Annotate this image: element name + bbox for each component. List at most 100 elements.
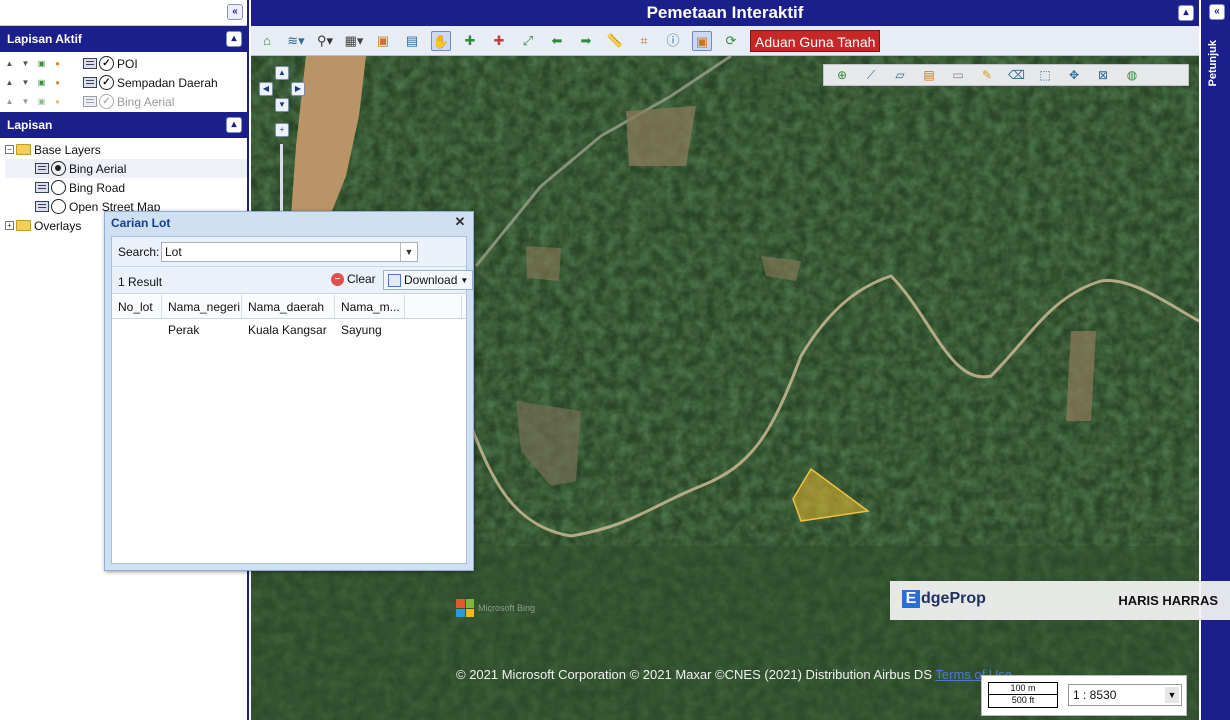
chevron-down-icon[interactable]: ▼ <box>400 243 417 261</box>
zoom-layer-icon[interactable]: ● <box>53 78 62 87</box>
layer-check-icon[interactable]: ✓ <box>99 94 114 109</box>
pan-up-icon[interactable]: ▲ <box>275 66 289 80</box>
column-header-empty <box>405 295 462 318</box>
zoom-layer-icon[interactable]: ● <box>53 97 62 106</box>
home-icon[interactable]: ⌂ <box>257 31 277 51</box>
eraser-icon[interactable]: ⌫ <box>1008 68 1025 82</box>
results-grid: No_lot Nama_negeri Nama_daerah Nama_m...… <box>112 295 466 341</box>
grid-icon[interactable]: ▦▾ <box>344 31 364 51</box>
active-layer-sempadan[interactable]: ▲ ▼ ▣ ● ✓ Sempadan Daerah <box>0 73 247 92</box>
expand-tree-icon[interactable]: + <box>5 221 14 230</box>
active-layer-poi[interactable]: ▲ ▼ ▣ ● ✓ POI <box>0 54 247 73</box>
move-icon[interactable]: ✥ <box>1066 68 1082 82</box>
active-layers-header: Lapisan Aktif ▴ <box>0 26 247 52</box>
measure-icon[interactable]: 📏 <box>605 31 625 51</box>
add-polygon-icon[interactable]: ▱ <box>892 68 908 82</box>
base-layer-bing-road[interactable]: Bing Road <box>5 178 247 197</box>
info-icon[interactable]: ⓘ <box>663 31 683 51</box>
column-header[interactable]: No_lot <box>112 295 162 318</box>
folder-icon <box>16 220 31 231</box>
move-up-icon[interactable]: ▲ <box>5 97 14 106</box>
column-header[interactable]: Nama_negeri <box>162 295 242 318</box>
full-extent-icon[interactable]: ⤢ <box>518 31 538 51</box>
opacity-icon[interactable]: ▣ <box>37 59 46 68</box>
back-icon[interactable]: ⬅ <box>547 31 567 51</box>
delete-feature-icon[interactable]: ⊠ <box>1095 68 1111 82</box>
table-row[interactable]: Perak Kuala Kangsar Sayung <box>112 319 466 341</box>
forward-icon[interactable]: ➡ <box>576 31 596 51</box>
select-icon[interactable]: ▣ <box>692 30 712 51</box>
layers-title: Lapisan <box>7 118 53 132</box>
move-down-icon[interactable]: ▼ <box>21 59 30 68</box>
add-label-icon[interactable]: ▭ <box>950 68 966 82</box>
add-line-icon[interactable]: ⟋ <box>863 68 879 83</box>
opacity-icon[interactable]: ▣ <box>37 78 46 87</box>
move-up-icon[interactable]: ▲ <box>5 78 14 87</box>
pan-down-icon[interactable]: ▼ <box>275 98 289 112</box>
tree-group-label: Overlays <box>34 218 82 233</box>
globe-icon[interactable]: ◍ <box>1124 68 1140 82</box>
crop-icon[interactable]: ⌗ <box>634 31 654 51</box>
collapse-top-icon[interactable]: ▴ <box>1178 5 1194 21</box>
move-up-icon[interactable]: ▲ <box>5 59 14 68</box>
select-feature-icon[interactable]: ⬚ <box>1037 68 1053 82</box>
pan-left-icon[interactable]: ◀ <box>259 82 273 96</box>
radio-icon[interactable] <box>51 199 66 214</box>
search-row: Search: Lot ▼ <box>112 237 466 267</box>
column-header[interactable]: Nama_m... <box>335 295 405 318</box>
bing-logo: Microsoft Bing <box>456 599 535 617</box>
legend-icon[interactable] <box>83 77 97 88</box>
expand-help-icon[interactable]: « <box>1209 4 1225 20</box>
move-down-icon[interactable]: ▼ <box>21 78 30 87</box>
add-point-icon[interactable]: ⊕ <box>834 68 850 82</box>
chevron-down-icon[interactable]: ▼ <box>1165 687 1179 703</box>
download-button[interactable]: Download ▼ <box>383 270 474 290</box>
clear-button[interactable]: − Clear <box>331 272 376 286</box>
caret-down-icon: ▼ <box>460 275 469 285</box>
map-icon[interactable]: ▣ <box>373 31 393 51</box>
zoom-plus-icon[interactable]: + <box>275 123 289 137</box>
zoom-out-icon[interactable]: ✚ <box>489 31 509 51</box>
folder-icon <box>16 144 31 155</box>
scale-select[interactable]: 1 : 8530 ▼ <box>1068 684 1182 706</box>
map-edit-toolbar: ⊕ ⟋ ▱ ▤ ▭ ✎ ⌫ ⬚ ✥ ⊠ ◍ <box>823 64 1189 86</box>
collapse-left-icon[interactable]: « <box>227 4 243 20</box>
active-layer-bing-aerial[interactable]: ▲ ▼ ▣ ● ✓ Bing Aerial <box>0 92 247 111</box>
opacity-icon[interactable]: ▣ <box>37 97 46 106</box>
scale-metric: 100 m <box>988 682 1058 695</box>
zoom-icon[interactable]: ⚲▾ <box>315 31 335 51</box>
zoom-in-icon[interactable]: ✚ <box>460 31 480 51</box>
scale-box: 100 m 500 ft 1 : 8530 ▼ <box>981 675 1187 716</box>
column-header[interactable]: Nama_daerah <box>242 295 335 318</box>
active-layer-label: Sempadan Daerah <box>117 75 218 90</box>
collapse-layers-icon[interactable]: ▴ <box>226 117 242 133</box>
layers-icon[interactable]: ≋▾ <box>286 31 306 51</box>
app-title: Pemetaan Interaktif <box>646 3 804 22</box>
dialog-header[interactable]: Carian Lot ✕ <box>105 212 473 234</box>
legend-icon[interactable] <box>83 96 97 107</box>
collapse-tree-icon[interactable]: − <box>5 145 14 154</box>
save-icon[interactable]: ▤ <box>402 31 422 51</box>
move-down-icon[interactable]: ▼ <box>21 97 30 106</box>
add-layer-icon[interactable]: ▤ <box>921 68 937 82</box>
pan-right-icon[interactable]: ▶ <box>291 82 305 96</box>
edit-icon[interactable]: ✎ <box>979 68 995 82</box>
base-layer-bing-aerial[interactable]: Bing Aerial <box>5 159 247 178</box>
collapse-active-layers-icon[interactable]: ▴ <box>226 31 242 47</box>
layer-check-icon[interactable]: ✓ <box>99 75 114 90</box>
search-type-select[interactable]: Lot ▼ <box>161 242 418 262</box>
radio-icon[interactable] <box>51 180 66 195</box>
active-layer-label: POI <box>117 56 138 71</box>
legend-icon[interactable] <box>83 58 97 69</box>
tree-base-layers[interactable]: − Base Layers <box>5 140 247 159</box>
zoom-layer-icon[interactable]: ● <box>53 59 62 68</box>
close-icon[interactable]: ✕ <box>453 215 467 229</box>
pan-icon[interactable]: ✋ <box>431 30 451 51</box>
zoom-slider[interactable] <box>280 144 283 214</box>
refresh-icon[interactable]: ⟳ <box>721 31 741 51</box>
layer-check-icon[interactable]: ✓ <box>99 56 114 71</box>
aduan-guna-tanah-button[interactable]: Aduan Guna Tanah <box>750 29 881 52</box>
search-label: Search: <box>118 245 160 259</box>
radio-icon[interactable] <box>51 161 66 176</box>
legend-icon <box>35 163 49 174</box>
